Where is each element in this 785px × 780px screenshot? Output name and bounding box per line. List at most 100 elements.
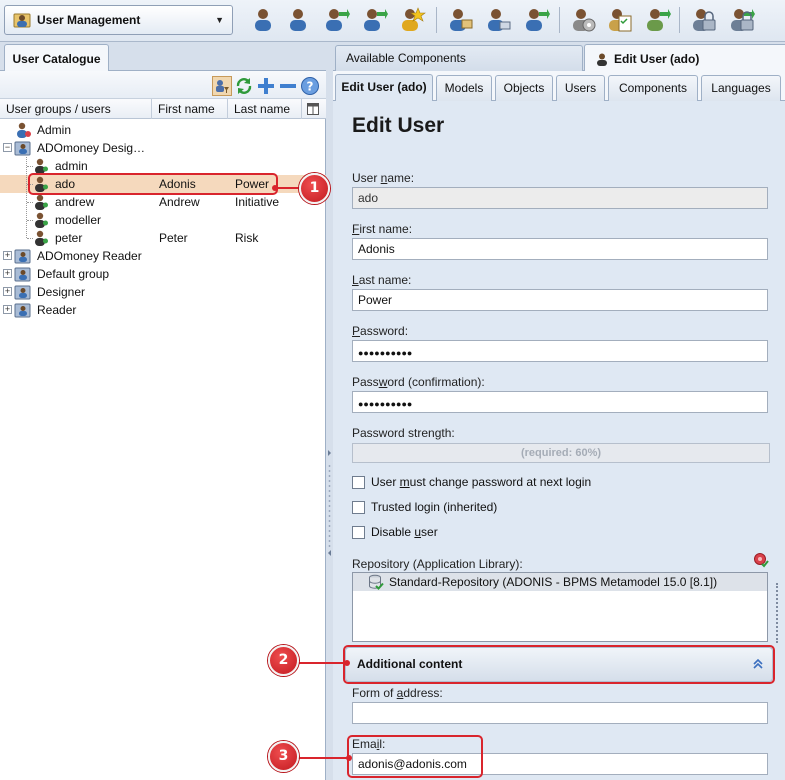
first-name-label: First name: (352, 222, 413, 236)
subtab-objects[interactable]: Objects (495, 75, 553, 101)
column-header-groups[interactable]: User groups / users (0, 99, 152, 119)
remove-icon[interactable] (278, 76, 298, 96)
tree-item-label: Admin (37, 123, 72, 137)
user-edit-icon[interactable] (286, 6, 314, 34)
callout-line-2 (297, 662, 347, 664)
expand-node-icon[interactable]: + (3, 287, 12, 296)
lock-export-icon[interactable] (727, 6, 755, 34)
disable-user-checkbox[interactable] (352, 526, 365, 539)
username-field: ado (352, 187, 768, 209)
column-header-last-name[interactable]: Last name (228, 99, 302, 119)
panel-splitter[interactable] (326, 42, 333, 780)
user-undo-icon[interactable] (522, 6, 550, 34)
password-label: Password: (352, 324, 409, 338)
password-field[interactable]: ●●●●●●●●●● (352, 340, 768, 362)
user-key-icon[interactable] (446, 6, 474, 34)
callout-badge-1: 1 (299, 173, 330, 204)
column-header-first-name-label: First name (158, 102, 215, 116)
checklist-icon[interactable] (605, 6, 633, 34)
subtab-languages[interactable]: Languages (701, 75, 781, 101)
subtab-models[interactable]: Models (436, 75, 492, 101)
module-select-label: User Management (37, 13, 141, 27)
username-label: User name: (352, 171, 415, 185)
user-icon (35, 212, 48, 228)
user-filter-icon[interactable] (212, 76, 232, 96)
tab-user-catalogue[interactable]: User Catalogue (4, 44, 109, 72)
user-import-icon[interactable] (322, 6, 350, 34)
document-export-icon[interactable] (643, 6, 671, 34)
refresh-icon[interactable] (234, 76, 254, 96)
expand-node-icon[interactable]: + (3, 269, 12, 278)
user-icon[interactable] (251, 6, 279, 34)
tab-available-components[interactable]: Available Components (335, 45, 583, 71)
subtab-models-label: Models (444, 81, 484, 95)
user-group-icon (14, 249, 31, 264)
trusted-login-label[interactable]: Trusted login (inherited) (371, 500, 497, 514)
password-strength-bar: (required: 60%) (352, 443, 770, 463)
callout-badge-2: 2 (268, 645, 299, 676)
user-icon (597, 53, 607, 66)
toolbar-separator (559, 7, 560, 33)
expand-node-icon[interactable]: + (3, 251, 12, 260)
column-chooser-icon[interactable] (307, 103, 319, 115)
callout-highlight-3 (347, 735, 483, 778)
password-confirm-field[interactable]: ●●●●●●●●●● (352, 391, 768, 413)
tree-item-first-name: Peter (159, 231, 188, 245)
user-icon (35, 194, 48, 210)
password-confirm-value: ●●●●●●●●●● (358, 399, 413, 409)
tree-item-label: Designer (37, 285, 86, 299)
subtab-users[interactable]: Users (556, 75, 605, 101)
help-icon[interactable]: ? (300, 76, 320, 96)
tree-item-label: ADOmoney Desig… (37, 141, 146, 155)
user-export-icon[interactable] (360, 6, 388, 34)
tab-edit-user-label: Edit User (ado) (614, 51, 700, 66)
svg-text:?: ? (307, 80, 314, 94)
tree-item-label: Reader (37, 303, 77, 317)
user-group-icon (14, 285, 31, 300)
user-transfer-icon[interactable] (484, 6, 512, 34)
tab-available-components-label: Available Components (346, 51, 466, 65)
add-icon[interactable] (256, 76, 276, 96)
module-select[interactable]: User Management ▼ (4, 5, 233, 35)
first-name-field[interactable]: Adonis (352, 238, 768, 260)
callout-dot-1 (272, 185, 278, 191)
toolbar-separator (436, 7, 437, 33)
last-name-field[interactable]: Power (352, 289, 768, 311)
column-header-first-name[interactable]: First name (152, 99, 228, 119)
callout-badge-3: 3 (268, 741, 299, 772)
callout-highlight-2 (343, 645, 775, 684)
subtab-users-label: Users (564, 81, 597, 95)
tree-item-first-name: Andrew (159, 195, 200, 209)
last-name-label: Last name: (352, 273, 412, 287)
lock-icon[interactable] (689, 6, 717, 34)
tree-item-label: andrew (55, 195, 95, 209)
must-change-password-label[interactable]: User must change password at next login (371, 475, 591, 489)
user-icon (35, 230, 48, 246)
settings-gear-icon[interactable] (569, 6, 597, 34)
must-change-password-checkbox[interactable] (352, 476, 365, 489)
splitter-grip-icon[interactable] (327, 448, 332, 558)
tab-edit-user[interactable]: Edit User (ado) (584, 44, 785, 72)
trusted-login-checkbox[interactable] (352, 501, 365, 514)
tree-item-label: peter (55, 231, 83, 245)
repository-edit-icon[interactable] (753, 552, 769, 568)
repository-item-label: Standard-Repository (ADONIS - BPMS Metam… (389, 575, 718, 589)
tree-item-label: admin (55, 159, 88, 173)
tree-item-label: ADOmoney Reader (37, 249, 142, 263)
password-strength-text: (required: 60%) (520, 447, 602, 459)
expand-node-icon[interactable]: + (3, 305, 12, 314)
repository-scroll-grip[interactable] (776, 583, 778, 643)
disable-user-label[interactable]: Disable user (371, 525, 438, 539)
form-title: Edit User (352, 114, 445, 137)
subtab-edit-user[interactable]: Edit User (ado) (335, 74, 433, 102)
form-of-address-field[interactable] (352, 702, 768, 724)
subtab-components-label: Components (618, 81, 688, 95)
chevron-down-icon: ▼ (215, 15, 224, 25)
user-star-icon[interactable] (398, 6, 426, 34)
callout-dot-2 (344, 660, 350, 666)
repository-list-item[interactable]: Standard-Repository (ADONIS - BPMS Metam… (353, 573, 767, 591)
password-confirm-label: Password (confirmation): (352, 375, 485, 389)
collapse-node-icon[interactable]: − (3, 143, 12, 152)
subtab-components[interactable]: Components (608, 75, 698, 101)
subtab-objects-label: Objects (503, 81, 545, 95)
